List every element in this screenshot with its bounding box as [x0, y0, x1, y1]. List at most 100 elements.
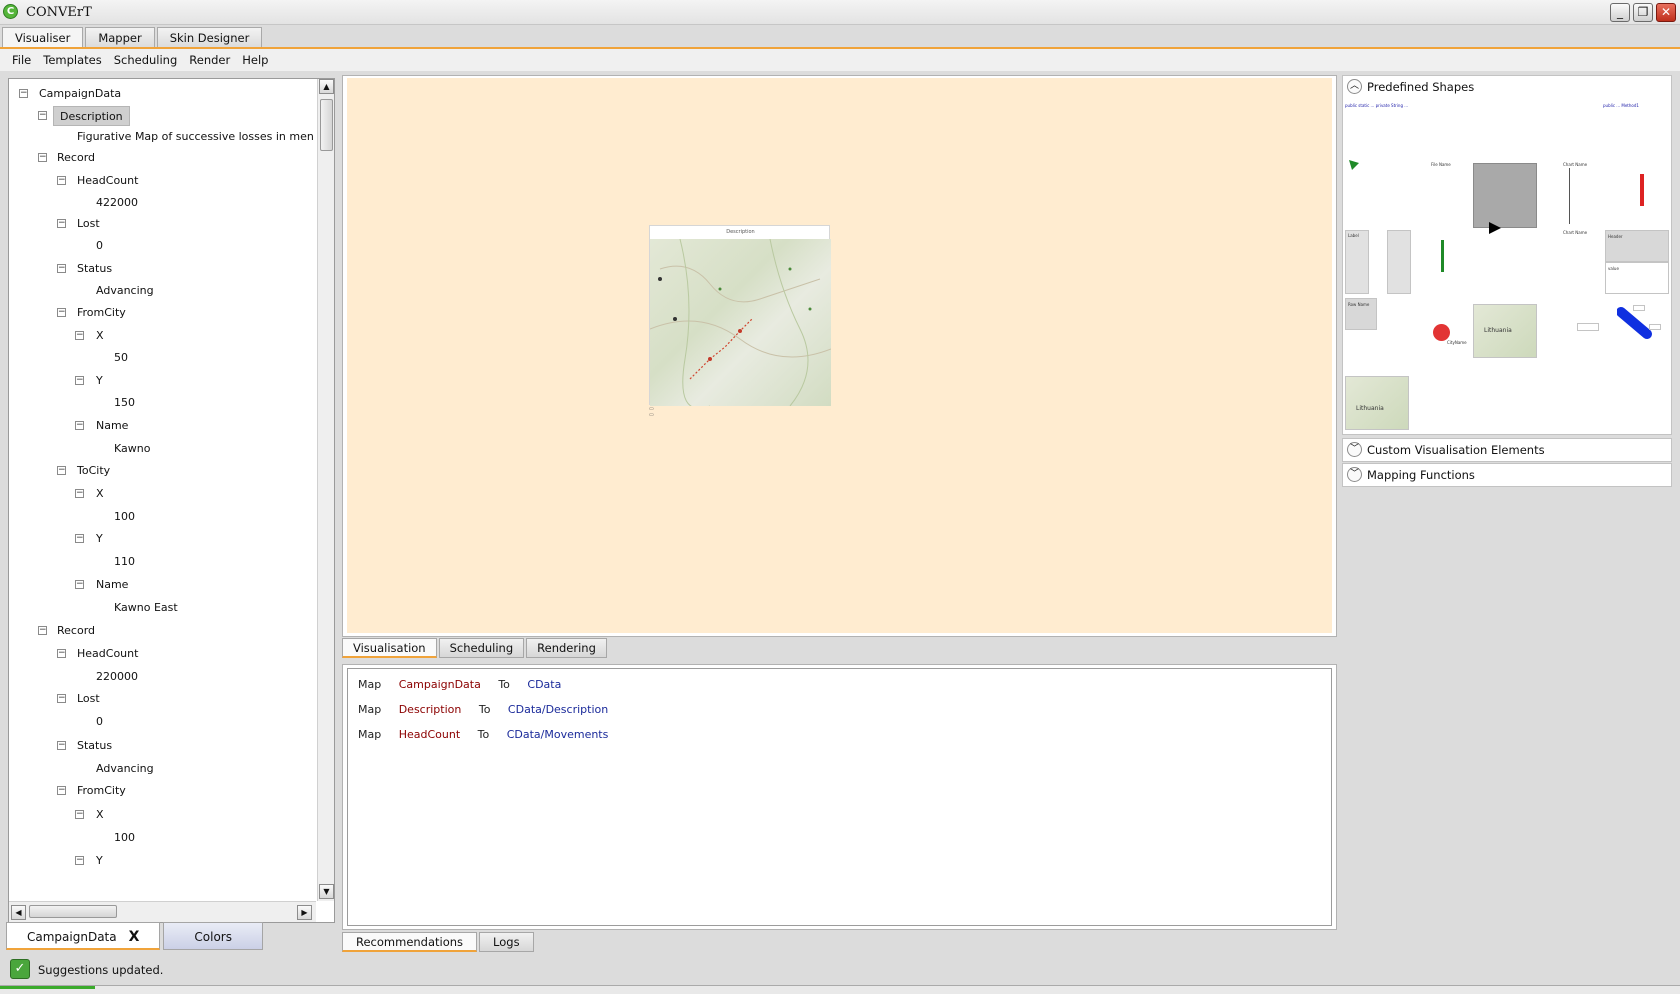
collapse-icon[interactable]: − — [75, 489, 84, 498]
tree-node-y[interactable]: Y — [96, 371, 103, 391]
map-shape-thumbnail[interactable]: Lithuania — [1473, 304, 1537, 358]
tree-vertical-scrollbar[interactable]: ▲ ▼ — [317, 79, 334, 901]
tree-node-root[interactable]: CampaignData — [39, 84, 121, 104]
scroll-thumb[interactable] — [320, 99, 333, 151]
collapse-icon[interactable]: − — [75, 376, 84, 385]
section-header[interactable]: ﹀ Mapping Functions — [1343, 464, 1671, 486]
green-bar-shape[interactable] — [1441, 240, 1444, 272]
arrow-shape-icon[interactable] — [1489, 222, 1501, 234]
axis-shape[interactable] — [1569, 168, 1570, 224]
menu-file[interactable]: File — [6, 49, 37, 71]
code-shape-preview[interactable]: public static ... private String ... — [1345, 103, 1408, 108]
callout-shape[interactable] — [1577, 323, 1599, 331]
tree-node-fromcity[interactable]: FromCity — [77, 303, 126, 323]
minimize-button[interactable]: _ — [1610, 3, 1630, 22]
mapping-row[interactable]: Map Description To CData/Description — [358, 703, 608, 716]
restore-button[interactable]: ❐ — [1633, 3, 1653, 22]
mapping-row[interactable]: Map CampaignData To CData — [358, 678, 561, 691]
tree-node-headcount[interactable]: HeadCount — [77, 171, 138, 191]
tab-visualiser[interactable]: Visualiser — [2, 27, 84, 49]
tree-node-name[interactable]: Name — [96, 416, 128, 436]
mapping-row[interactable]: Map HeadCount To CData/Movements — [358, 728, 608, 741]
code-shape-preview[interactable]: public ... Method1 — [1603, 103, 1639, 108]
collapse-icon[interactable]: − — [75, 331, 84, 340]
scroll-right-icon[interactable]: ▶ — [297, 905, 312, 920]
tree-node-headcount[interactable]: HeadCount — [77, 644, 138, 664]
tab-skin-designer[interactable]: Skin Designer — [156, 27, 263, 48]
city-circle-shape[interactable] — [1433, 324, 1450, 341]
scroll-thumb[interactable] — [29, 905, 117, 918]
collapse-icon[interactable]: − — [38, 111, 47, 120]
tab-campaigndata[interactable]: CampaignData X — [6, 922, 161, 950]
collapse-icon[interactable]: − — [57, 694, 66, 703]
tree-node-name[interactable]: Name — [96, 575, 128, 595]
tree-node-record[interactable]: Record — [57, 621, 95, 641]
collapse-icon[interactable]: − — [75, 421, 84, 430]
tree-node-description[interactable]: Description — [53, 106, 130, 126]
tree-node-x[interactable]: X — [96, 326, 104, 346]
collapse-icon[interactable]: − — [75, 810, 84, 819]
row-shape[interactable]: Row Name — [1345, 298, 1377, 330]
header-shape[interactable]: Header — [1605, 230, 1669, 262]
collapse-icon[interactable]: − — [75, 534, 84, 543]
tab-visualisation[interactable]: Visualisation — [342, 638, 437, 658]
section-header[interactable]: ︿ Predefined Shapes — [1343, 76, 1671, 98]
tab-logs[interactable]: Logs — [479, 932, 534, 952]
collapse-icon[interactable]: − — [38, 153, 47, 162]
tab-mapper[interactable]: Mapper — [85, 27, 155, 48]
tree-node-record[interactable]: Record — [57, 148, 95, 168]
scroll-left-icon[interactable]: ◀ — [11, 905, 26, 920]
tree-node-fromcity[interactable]: FromCity — [77, 781, 126, 801]
tab-recommendations[interactable]: Recommendations — [342, 932, 478, 952]
tree-node-y[interactable]: Y — [96, 529, 103, 549]
chevron-up-icon[interactable]: ︿ — [1347, 79, 1362, 94]
tab-colors[interactable]: Colors — [163, 922, 263, 950]
tree-node-lost[interactable]: Lost — [77, 214, 100, 234]
collapse-icon[interactable]: − — [57, 741, 66, 750]
callout-shape[interactable] — [1633, 305, 1645, 311]
tree-value-x: 100 — [114, 510, 135, 523]
close-tab-icon[interactable]: X — [129, 929, 140, 945]
collapse-icon[interactable]: − — [57, 219, 66, 228]
collapse-icon[interactable]: − — [57, 466, 66, 475]
collapse-icon[interactable]: − — [75, 580, 84, 589]
collapse-icon[interactable]: − — [57, 176, 66, 185]
label-panel-shape[interactable] — [1387, 230, 1411, 294]
scroll-up-icon[interactable]: ▲ — [319, 79, 334, 94]
collapse-icon[interactable]: − — [57, 308, 66, 317]
tab-scheduling[interactable]: Scheduling — [438, 638, 525, 658]
section-header[interactable]: ﹀ Custom Visualisation Elements — [1343, 439, 1671, 461]
chevron-down-icon[interactable]: ﹀ — [1347, 467, 1362, 482]
pie-shape-icon[interactable] — [1347, 158, 1361, 172]
close-button[interactable]: ✕ — [1656, 3, 1676, 22]
collapse-icon[interactable]: − — [57, 649, 66, 658]
callout-shape[interactable] — [1649, 324, 1661, 330]
tree-node-x[interactable]: X — [96, 805, 104, 825]
collapse-icon[interactable]: − — [19, 89, 28, 98]
menu-help[interactable]: Help — [236, 49, 274, 71]
collapse-icon[interactable]: − — [38, 626, 47, 635]
menu-templates[interactable]: Templates — [37, 49, 107, 71]
tree-node-status[interactable]: Status — [77, 736, 112, 756]
label-panel-shape[interactable]: Label — [1345, 230, 1369, 294]
map-shape-thumbnail[interactable]: Lithuania — [1345, 376, 1409, 430]
rectangle-shape[interactable] — [1473, 163, 1537, 228]
tree-node-tocity[interactable]: ToCity — [77, 461, 110, 481]
visualisation-canvas[interactable]: Description ▭ ▭ — [347, 78, 1332, 633]
bar-shape[interactable] — [1640, 174, 1644, 206]
map-visualisation[interactable]: Description — [649, 225, 831, 406]
collapse-icon[interactable]: − — [57, 786, 66, 795]
value-shape[interactable]: value — [1605, 262, 1669, 294]
menu-scheduling[interactable]: Scheduling — [108, 49, 184, 71]
chevron-down-icon[interactable]: ﹀ — [1347, 442, 1362, 457]
tree-node-x[interactable]: X — [96, 484, 104, 504]
tree-horizontal-scrollbar[interactable]: ◀ ▶ — [9, 901, 316, 922]
tree-node-y[interactable]: Y — [96, 851, 103, 871]
scroll-down-icon[interactable]: ▼ — [319, 884, 334, 899]
menu-render[interactable]: Render — [183, 49, 236, 71]
collapse-icon[interactable]: − — [57, 264, 66, 273]
tree-node-lost[interactable]: Lost — [77, 689, 100, 709]
tree-node-status[interactable]: Status — [77, 259, 112, 279]
tab-rendering[interactable]: Rendering — [526, 638, 607, 658]
collapse-icon[interactable]: − — [75, 856, 84, 865]
